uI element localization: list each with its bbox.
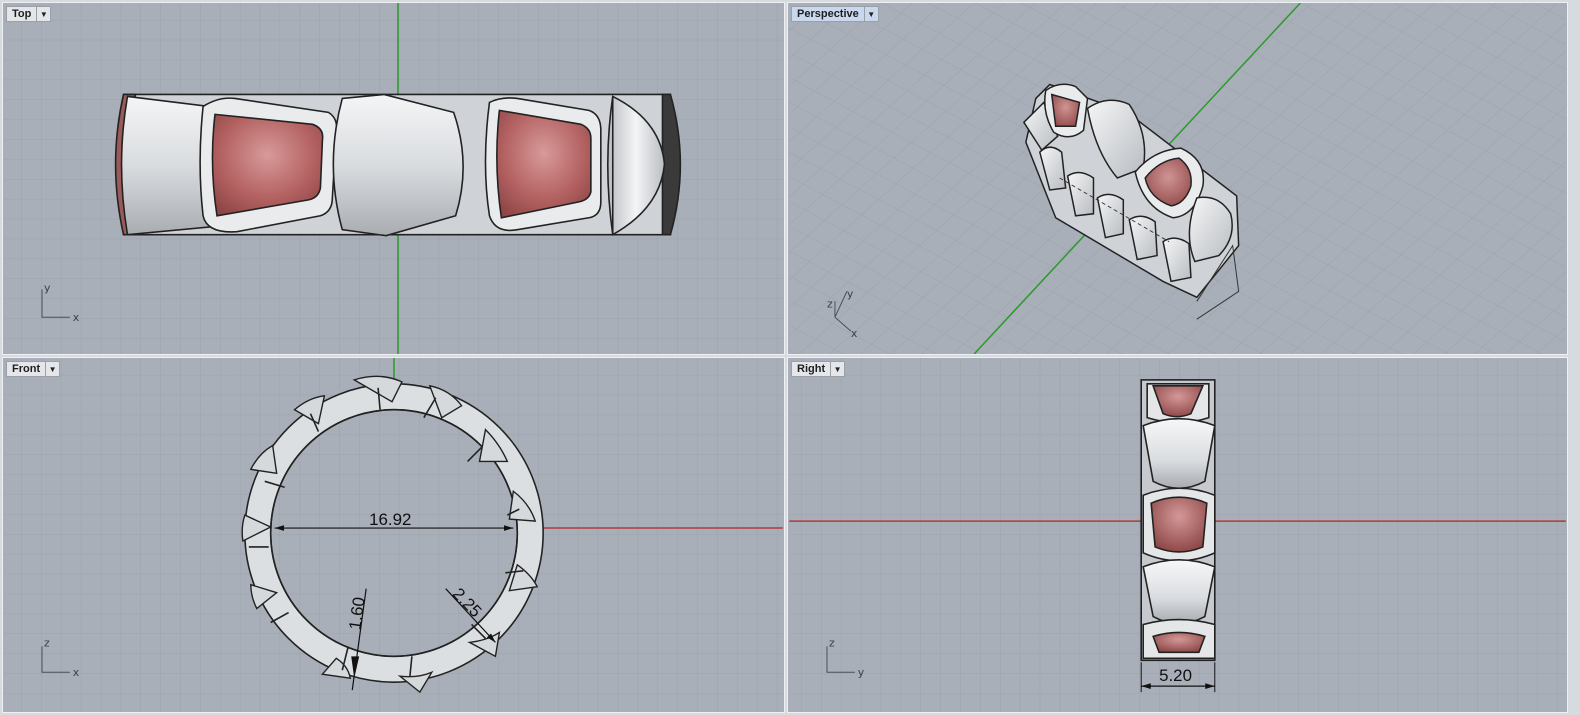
ring-right-model (1140, 379, 1216, 662)
axis-label-x: x (851, 327, 858, 340)
dim-band-width-value: 5.20 (1159, 666, 1192, 685)
axis-label-v: z (829, 636, 835, 649)
viewport-right[interactable]: 5.20 z y Right ▼ (787, 357, 1568, 713)
dropdown-arrow-icon[interactable]: ▼ (45, 362, 59, 376)
axis-label-h: x (73, 666, 80, 679)
viewport-tab-front[interactable]: Front ▼ (6, 361, 61, 377)
viewport-title: Perspective (797, 8, 859, 20)
axis-label-h: x (73, 311, 80, 324)
viewport-front[interactable]: 16.92 1.60 2.25 z x Front ▼ (2, 357, 785, 713)
dim-diameter-value: 16.92 (369, 510, 411, 529)
viewport-title: Right (797, 363, 826, 375)
axis-label-y: y (847, 287, 854, 300)
dropdown-arrow-icon[interactable]: ▼ (830, 362, 844, 376)
axis-label-h: y (858, 666, 865, 679)
dropdown-arrow-icon[interactable]: ▼ (36, 7, 50, 21)
ring-top-model (114, 93, 682, 237)
viewport-title: Top (12, 8, 32, 20)
dropdown-arrow-icon[interactable]: ▼ (863, 7, 878, 21)
viewport-top[interactable]: y x Top ▼ (2, 2, 785, 355)
viewport-perspective[interactable]: z y x Perspective ▼ (787, 2, 1568, 355)
right-canvas: 5.20 z y (789, 358, 1566, 712)
axis-label-v: z (44, 636, 50, 649)
viewport-tab-top[interactable]: Top ▼ (6, 6, 52, 22)
front-canvas: 16.92 1.60 2.25 z x (4, 358, 783, 712)
axis-label-v: y (44, 281, 51, 294)
top-canvas: y x (4, 3, 783, 354)
viewport-tab-perspective[interactable]: Perspective ▼ (791, 6, 879, 22)
perspective-canvas: z y x (789, 3, 1566, 354)
viewport-title: Front (12, 363, 41, 375)
axis-label-z: z (827, 297, 833, 310)
viewport-tab-right[interactable]: Right ▼ (791, 361, 846, 377)
